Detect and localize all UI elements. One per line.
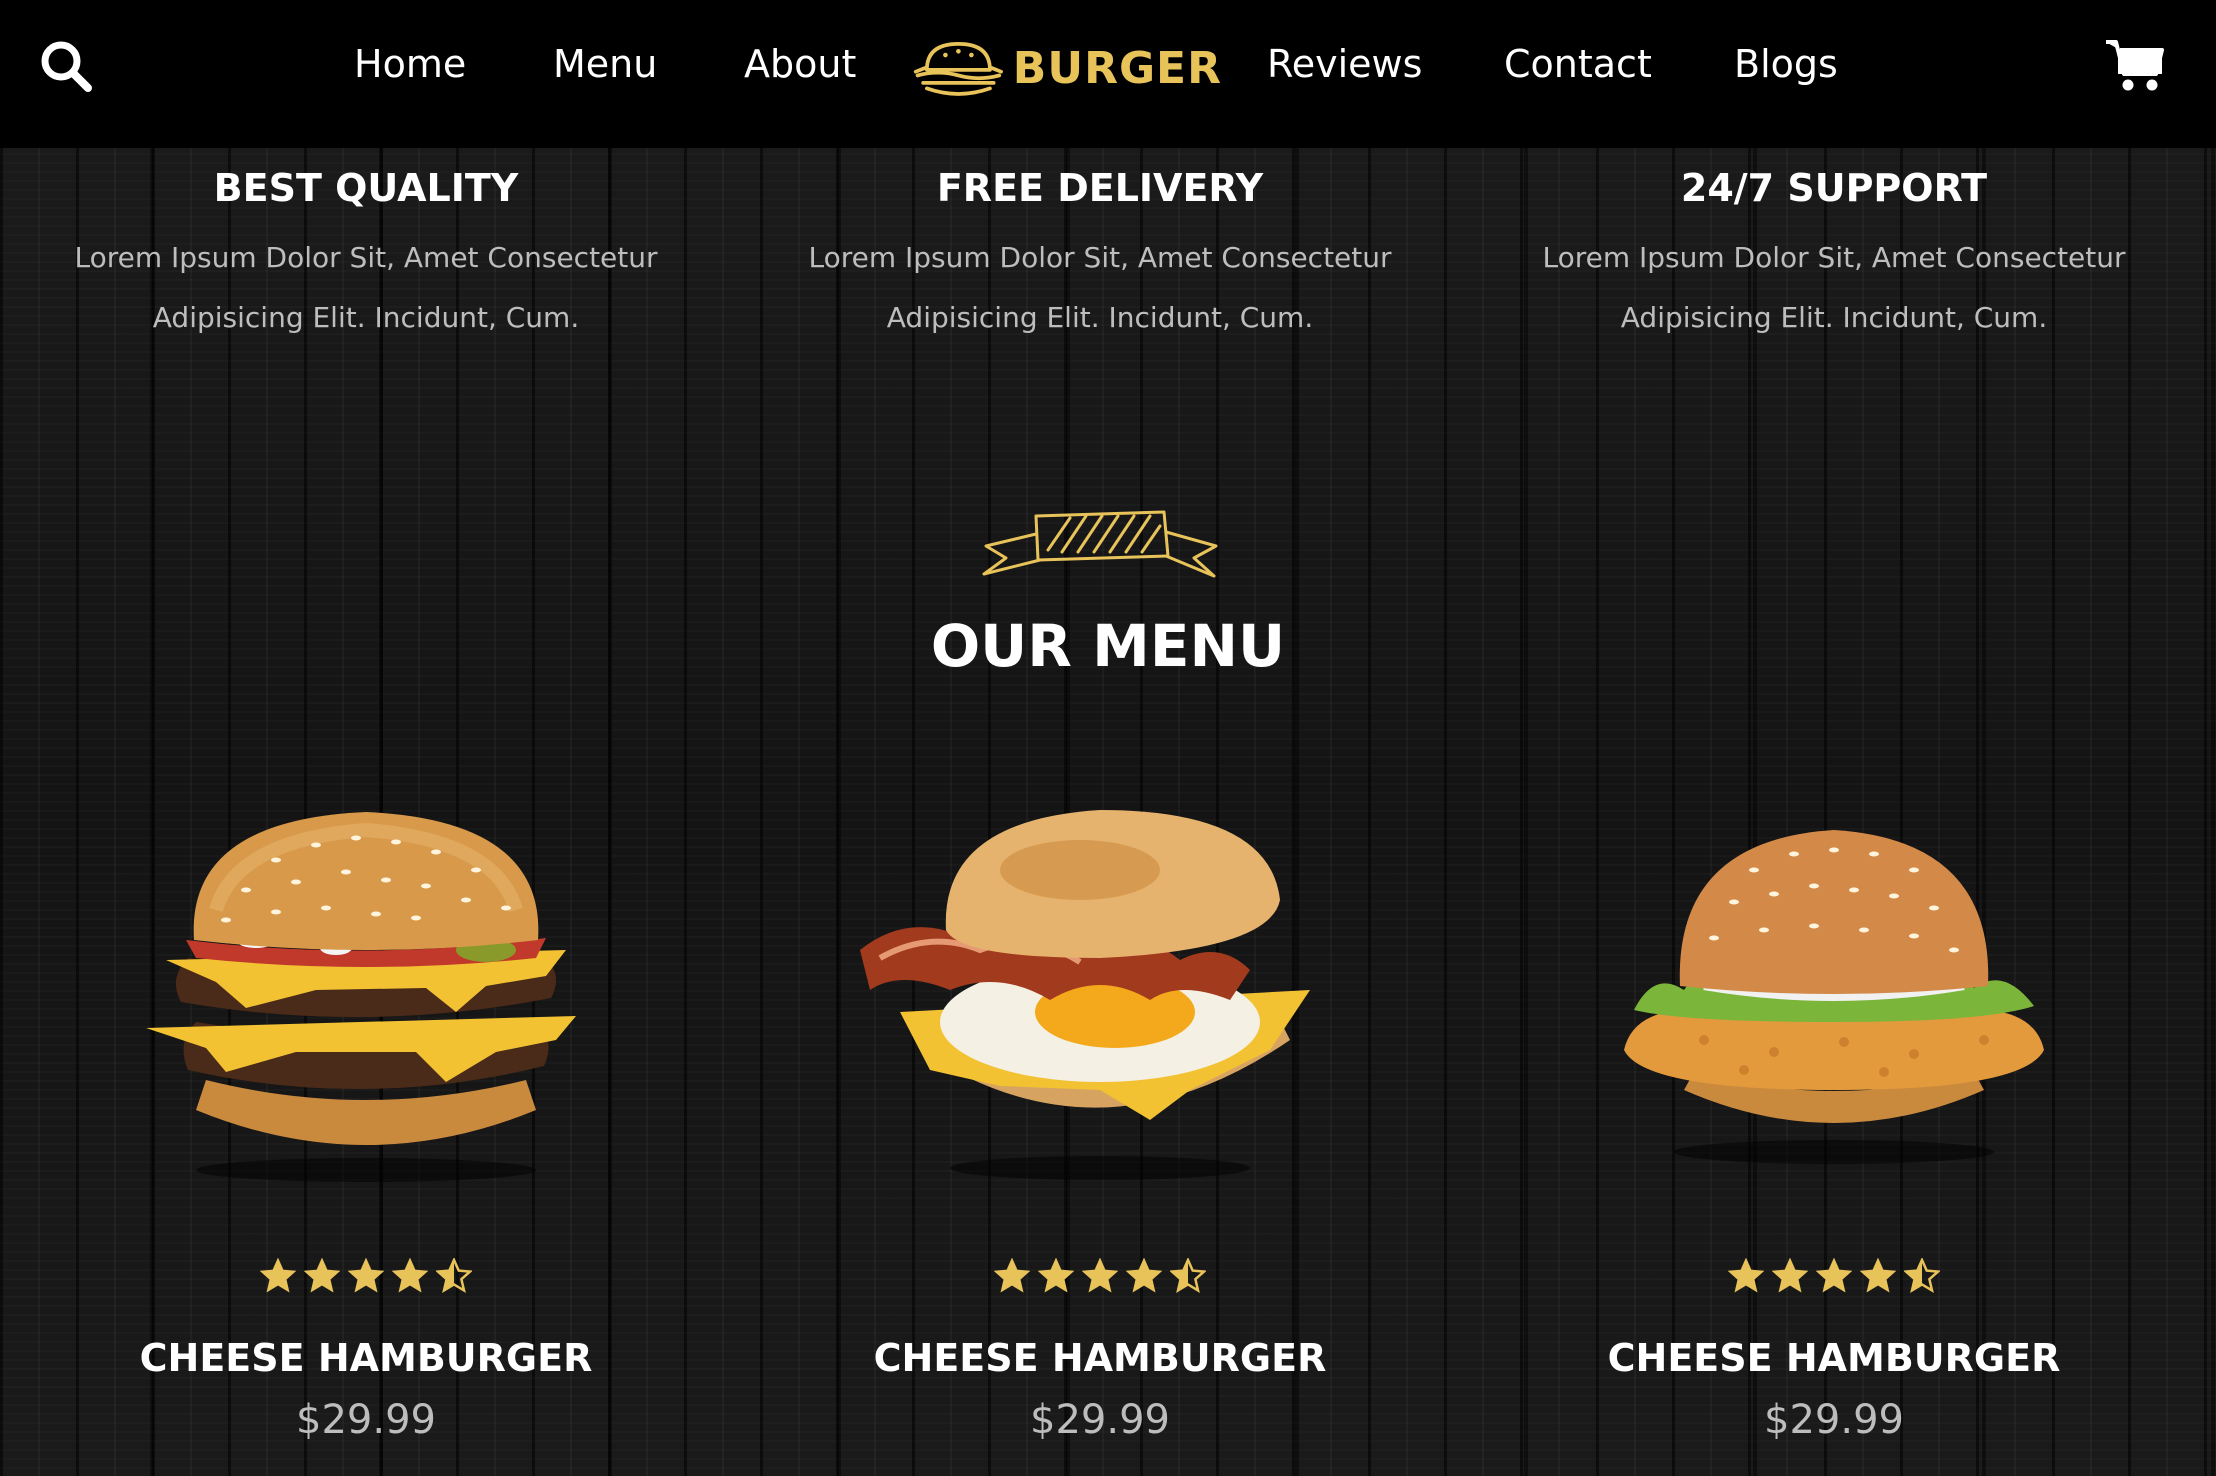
star-full-icon: [1860, 1258, 1896, 1293]
menu-item-name: CHEESE HAMBURGER: [873, 1336, 1327, 1380]
star-full-icon: [348, 1258, 384, 1293]
star-full-icon: [1772, 1258, 1808, 1293]
star-full-icon: [994, 1258, 1030, 1293]
menu-item-name: CHEESE HAMBURGER: [1607, 1336, 2061, 1380]
nav-reviews[interactable]: Reviews: [1267, 38, 1422, 90]
feature-description: Lorem Ipsum Dolor Sit, Amet Consectetur …: [750, 228, 1450, 348]
feature-title: FREE DELIVERY: [936, 166, 1264, 210]
star-full-icon: [1038, 1258, 1074, 1293]
logo-text: BURGER: [1012, 42, 1222, 94]
ribbon-banner-icon: [982, 510, 1218, 578]
rating-stars: [750, 1258, 1450, 1308]
star-full-icon: [1082, 1258, 1118, 1293]
cart-icon[interactable]: [2104, 34, 2166, 94]
chicken-burger-image: [1624, 830, 2044, 1164]
star-full-icon: [304, 1258, 340, 1293]
star-full-icon: [1728, 1258, 1764, 1293]
search-icon[interactable]: [38, 38, 94, 94]
burger-logo-icon: [913, 42, 1003, 96]
menu-item-price: $29.99: [296, 1397, 436, 1443]
feature-text-line: Lorem Ipsum Dolor Sit, Amet Consectetur: [808, 241, 1392, 274]
menu-card[interactable]: CHEESE HAMBURGER $29.99: [750, 790, 1450, 1476]
star-half-icon: [1904, 1258, 1940, 1293]
star-half-icon: [436, 1258, 472, 1293]
star-full-icon: [1126, 1258, 1162, 1293]
menu-item-name: CHEESE HAMBURGER: [139, 1336, 593, 1380]
menu-item-price: $29.99: [1764, 1397, 1904, 1443]
feature-title: 24/7 SUPPORT: [1680, 166, 1988, 210]
feature-text-line: Lorem Ipsum Dolor Sit, Amet Consectetur: [74, 241, 658, 274]
menu-card[interactable]: CHEESE HAMBURGER $29.99: [1484, 790, 2184, 1476]
nav-about[interactable]: About: [744, 38, 856, 90]
nav-menu[interactable]: Menu: [553, 38, 657, 90]
header: Home Menu About BURGER Reviews Contact B…: [0, 0, 2216, 148]
nav-contact[interactable]: Contact: [1504, 38, 1652, 90]
feature-text-line: Lorem Ipsum Dolor Sit, Amet Consectetur: [1542, 241, 2126, 274]
menu-card[interactable]: CHEESE HAMBURGER $29.99: [16, 790, 716, 1476]
bacon-egg-muffin-image: [860, 810, 1310, 1180]
rating-stars: [16, 1258, 716, 1308]
double-cheeseburger-image: [146, 812, 576, 1182]
star-full-icon: [1816, 1258, 1852, 1293]
logo[interactable]: BURGER: [912, 30, 1222, 106]
nav-home[interactable]: Home: [354, 38, 466, 90]
menu-item-price: $29.99: [1030, 1397, 1170, 1443]
star-full-icon: [260, 1258, 296, 1293]
feature-free-delivery: FREE DELIVERY Lorem Ipsum Dolor Sit, Ame…: [750, 160, 1450, 348]
section-title: OUR MENU: [930, 612, 1286, 680]
feature-text-line: Adipisicing Elit. Incidunt, Cum.: [886, 301, 1314, 334]
feature-text-line: Adipisicing Elit. Incidunt, Cum.: [1620, 301, 2048, 334]
star-half-icon: [1170, 1258, 1206, 1293]
feature-description: Lorem Ipsum Dolor Sit, Amet Consectetur …: [16, 228, 716, 348]
rating-stars: [1484, 1258, 2184, 1308]
feature-best-quality: BEST QUALITY Lorem Ipsum Dolor Sit, Amet…: [16, 160, 716, 348]
feature-support: 24/7 SUPPORT Lorem Ipsum Dolor Sit, Amet…: [1484, 160, 2184, 348]
feature-text-line: Adipisicing Elit. Incidunt, Cum.: [152, 301, 580, 334]
feature-title: BEST QUALITY: [213, 166, 519, 210]
star-full-icon: [392, 1258, 428, 1293]
feature-description: Lorem Ipsum Dolor Sit, Amet Consectetur …: [1484, 228, 2184, 348]
nav-blogs[interactable]: Blogs: [1734, 38, 1838, 90]
